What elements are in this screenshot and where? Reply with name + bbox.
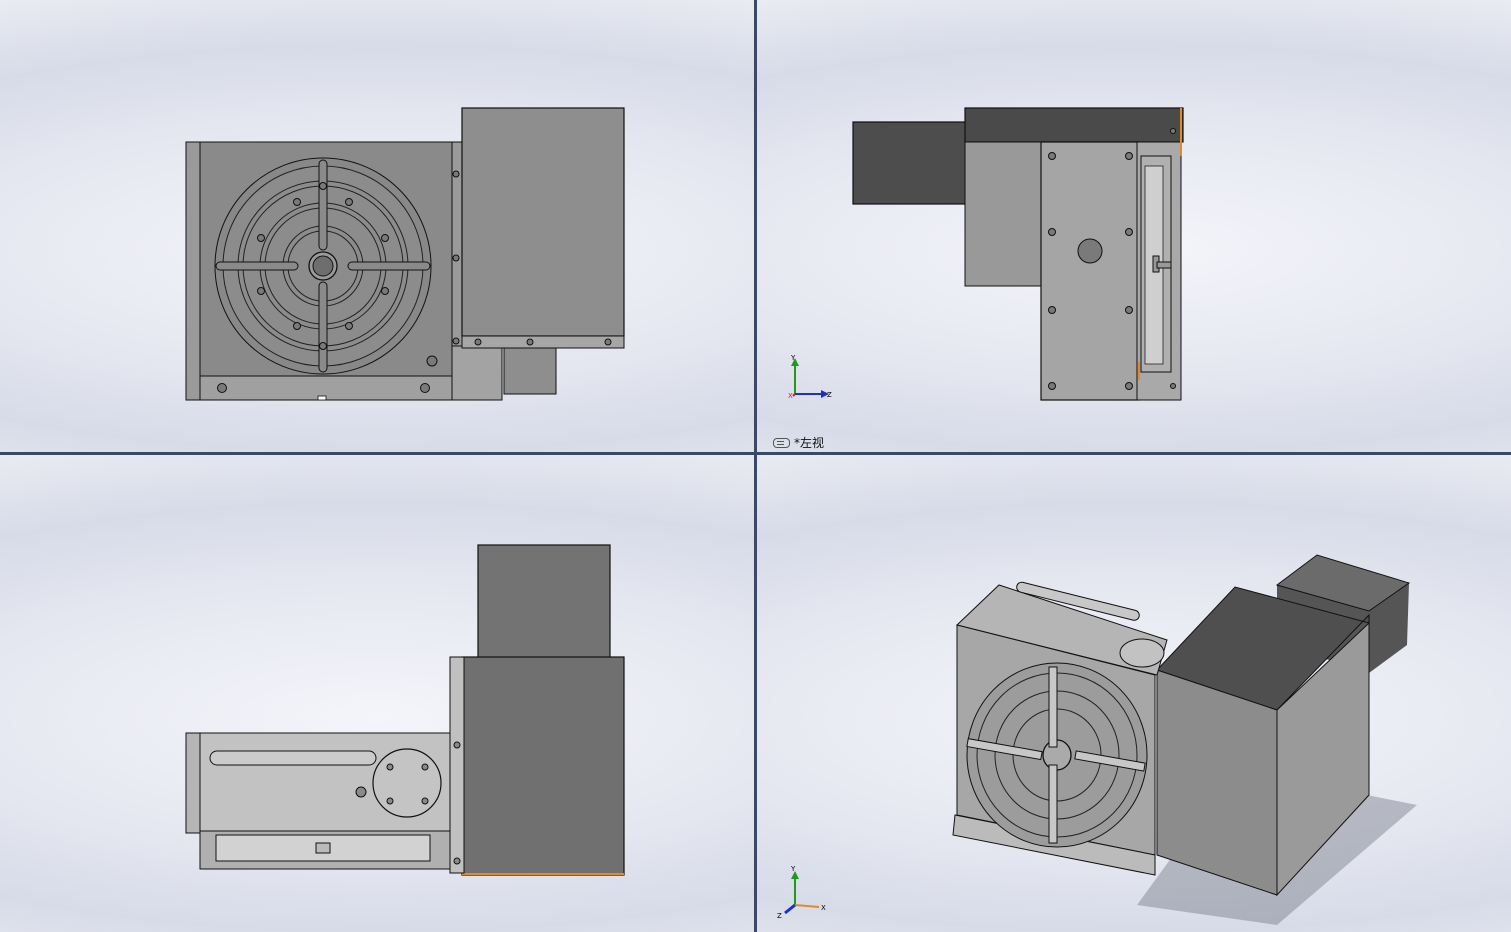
view-link-icon: [773, 437, 790, 448]
triad-x-label: X: [788, 392, 793, 400]
triad-iso-x-label: X: [821, 904, 826, 912]
triad-iso-z-label: Z: [777, 912, 782, 920]
viewport-front[interactable]: [0, 0, 754, 452]
triad-z-label: Z: [827, 391, 832, 399]
viewport-top[interactable]: [0, 455, 754, 932]
front-view-model: [185, 107, 625, 401]
viewport-divider-vertical[interactable]: [754, 0, 757, 932]
isometric-view-model: Y X Z: [777, 554, 1417, 925]
left-view-model: Y Z X: [788, 107, 1184, 401]
viewport-divider-horizontal[interactable]: [0, 452, 1511, 455]
triad-y-label: Y: [790, 354, 796, 362]
top-view-model: [185, 544, 625, 876]
viewport-left[interactable]: Y Z X *左视: [757, 0, 1511, 452]
view-name-text: *左视: [794, 436, 825, 450]
triad-iso-y-label: Y: [790, 865, 796, 873]
coordinate-triad-iso: [784, 871, 820, 915]
viewport-isometric[interactable]: Y X Z: [757, 455, 1511, 932]
coordinate-triad: [791, 358, 829, 398]
view-name-label: *左视: [773, 434, 824, 451]
